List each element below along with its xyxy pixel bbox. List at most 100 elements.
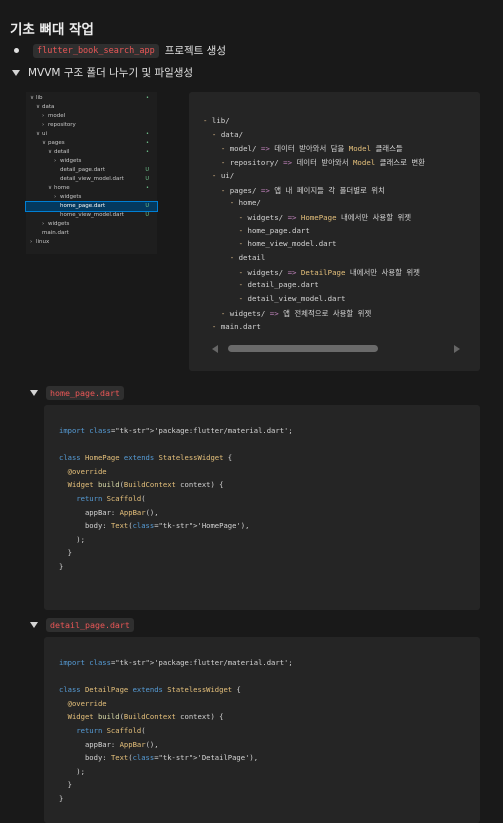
code-line: Widget build(BuildContext context) { xyxy=(67,480,224,490)
explorer-row[interactable]: ∨ detail • xyxy=(26,148,157,157)
explorer-row[interactable]: ∨ pages • xyxy=(26,139,157,148)
explorer-row[interactable]: home_view_model.dart U xyxy=(26,211,157,220)
explorer-row-label: home xyxy=(54,185,70,191)
detail-page-file-label: detail_page.dart xyxy=(46,618,134,632)
tree-line: - ui/ xyxy=(211,170,235,180)
code-line: Widget build(BuildContext context) { xyxy=(67,712,224,722)
explorer-row-label: data xyxy=(42,104,55,110)
bullet-text: 프로젝트 생성 xyxy=(164,45,227,57)
tree-line: - widgets/ => DetailPage 내에서만 사용할 위젯 xyxy=(238,267,420,277)
explorer-row[interactable]: ∨ ui • xyxy=(26,130,157,139)
explorer-row-label: widgets xyxy=(48,221,70,227)
explorer-row[interactable]: › linux xyxy=(26,238,157,247)
code-line: body: Text(class="tk-str">'HomePage'), xyxy=(59,521,250,531)
tree-line: - home/ xyxy=(229,198,261,208)
tree-line: - detail xyxy=(229,253,266,262)
toggle-home-page[interactable]: home_page.dart xyxy=(30,386,124,400)
tree-line: - widgets/ => HomePage 내에서만 사용할 위젯 xyxy=(238,212,412,222)
git-status-badge: • xyxy=(146,149,149,155)
git-status-badge: • xyxy=(146,140,149,146)
detail-code-block: import class="tk-str">'package:flutter/m… xyxy=(44,637,480,823)
explorer-row-label: linux xyxy=(36,239,50,245)
tree-line: - home_page.dart xyxy=(238,225,310,235)
explorer-row[interactable]: ∨ home • xyxy=(26,184,157,193)
code-line: ); xyxy=(59,766,85,776)
git-status-badge: U xyxy=(145,167,149,173)
bullet-dot-icon xyxy=(14,48,19,53)
explorer-row-label: detail_view_model.dart xyxy=(60,176,124,182)
toggle-mvvm[interactable]: MVVM 구조 폴더 나누기 및 파일생성 xyxy=(12,65,193,80)
toggle-triangle-icon[interactable] xyxy=(30,622,38,628)
code-line: return Scaffold( xyxy=(76,494,146,503)
toggle-triangle-icon[interactable] xyxy=(30,390,38,396)
explorer-row[interactable]: detail_page.dart U xyxy=(26,166,157,175)
code-line: appBar: AppBar(), xyxy=(59,739,159,749)
tree-line: - pages/ => 앱 내 페이지들 각 폴더별로 위치 xyxy=(220,185,385,195)
code-line: } xyxy=(59,780,72,790)
git-status-badge: U xyxy=(145,212,149,218)
explorer-row-label: main.dart xyxy=(42,230,69,236)
explorer-row-label: lib xyxy=(36,95,43,101)
explorer-row-label: repository xyxy=(48,122,76,128)
tree-line: - detail_page.dart xyxy=(238,280,319,290)
home-code-block: import class="tk-str">'package:flutter/m… xyxy=(44,405,480,610)
toggle-triangle-icon[interactable] xyxy=(12,69,20,76)
project-name-code: flutter_book_search_app xyxy=(33,43,159,58)
explorer-row-label: home_view_model.dart xyxy=(60,212,124,218)
git-status-badge: • xyxy=(146,131,149,137)
code-line: appBar: AppBar(), xyxy=(59,507,159,517)
home-page-file-label: home_page.dart xyxy=(46,386,124,400)
git-status-badge: U xyxy=(145,203,149,209)
explorer-row[interactable]: › widgets xyxy=(26,220,157,229)
bullet-item-project: flutter_book_search_app 프로젝트 생성 xyxy=(14,43,226,58)
tree-line: - widgets/ => 앱 전체적으로 사용할 위젯 xyxy=(220,308,372,318)
code-line: ); xyxy=(59,534,85,544)
explorer-row-label: pages xyxy=(48,140,65,146)
code-line: @override xyxy=(67,698,107,708)
scroll-right-icon[interactable] xyxy=(454,345,460,353)
code-line: import class="tk-str">'package:flutter/m… xyxy=(59,658,293,667)
explorer-row-label: detail xyxy=(54,149,70,155)
code-line: } xyxy=(59,794,64,803)
explorer-row[interactable]: ∨ lib • xyxy=(26,94,157,103)
explorer-row[interactable]: detail_view_model.dart U xyxy=(26,175,157,184)
code-line: return Scaffold( xyxy=(76,726,146,735)
code-line: } xyxy=(59,548,72,558)
tree-line: - model/ => 데이터 받아와서 담을 Model 클래스들 xyxy=(220,144,403,154)
file-explorer-screenshot: ∨ lib • ∨ data › model › repository ∨ ui • ∨ pages • ∨ d… xyxy=(25,92,158,254)
tree-line: - data/ xyxy=(211,129,244,139)
explorer-row-label: widgets xyxy=(60,194,82,200)
code-line: import class="tk-str">'package:flutter/m… xyxy=(59,426,293,435)
horizontal-scrollbar[interactable] xyxy=(212,344,460,354)
explorer-row-label: ui xyxy=(42,131,48,137)
git-status-badge: U xyxy=(145,176,149,182)
explorer-row[interactable]: home_page.dart U xyxy=(25,201,158,212)
code-line: class HomePage extends StatelessWidget { xyxy=(59,453,233,463)
explorer-row[interactable]: › model xyxy=(26,112,157,121)
tree-line: - lib/ xyxy=(203,116,230,125)
code-line: @override xyxy=(67,466,107,476)
code-line: class DetailPage extends StatelessWidget… xyxy=(59,685,241,695)
tree-code-block: - lib/ - data/ - model/ => 데이터 받아와서 담을 M… xyxy=(189,92,480,371)
toggle-detail-page[interactable]: detail_page.dart xyxy=(30,618,134,632)
code-line: body: Text(class="tk-str">'DetailPage'), xyxy=(59,753,259,763)
tree-line: - main.dart xyxy=(211,321,261,331)
tree-line: - detail_view_model.dart xyxy=(238,294,346,304)
explorer-row-label: widgets xyxy=(60,158,82,164)
explorer-row-label: detail_page.dart xyxy=(60,167,105,173)
code-line: } xyxy=(59,562,64,571)
tree-line: - repository/ => 데이터 받아와서 Model 클래스로 변환 xyxy=(220,158,425,168)
explorer-row[interactable]: › widgets xyxy=(26,193,157,202)
scroll-left-icon[interactable] xyxy=(212,345,218,353)
explorer-row[interactable]: › widgets xyxy=(26,157,157,166)
explorer-row[interactable]: ∨ data xyxy=(26,103,157,112)
git-status-badge: • xyxy=(146,185,149,191)
explorer-row-label: home_page.dart xyxy=(60,203,106,209)
git-status-badge: • xyxy=(146,95,149,101)
toggle-label: MVVM 구조 폴더 나누기 및 파일생성 xyxy=(28,67,194,79)
explorer-row-label: model xyxy=(48,113,66,119)
explorer-row[interactable]: › repository xyxy=(26,121,157,130)
scroll-thumb[interactable] xyxy=(228,345,378,352)
tree-line: - home_view_model.dart xyxy=(238,239,337,249)
explorer-row[interactable]: main.dart xyxy=(26,229,157,238)
